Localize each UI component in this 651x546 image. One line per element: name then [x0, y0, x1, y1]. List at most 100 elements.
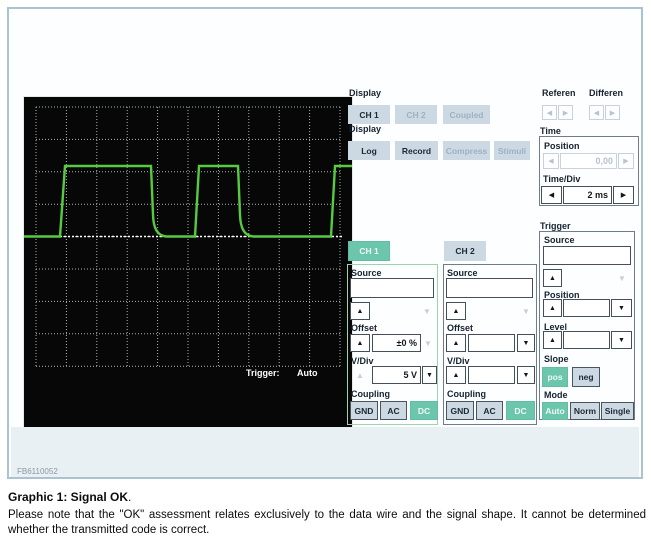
panel-footer: FB6110052 [11, 427, 639, 477]
ch2-vdiv-up-button[interactable]: ▲ [446, 366, 466, 384]
ch1-source-down-button[interactable]: ▼ [419, 302, 435, 320]
oscilloscope-display: Trigger: Auto [23, 96, 353, 435]
time-group-label: Time [540, 126, 561, 136]
ch1-offset-down-button[interactable]: ▼ [421, 334, 435, 352]
slope-neg-button[interactable]: neg [572, 367, 600, 387]
ch1-coupling-ac-button[interactable]: AC [380, 401, 407, 420]
ch1-vdiv-label: V/Div [351, 356, 374, 366]
trigger-source-up-button[interactable]: ▲ [543, 269, 562, 287]
figure-id: FB6110052 [17, 467, 58, 476]
up-arrow-icon: ▲ [452, 371, 460, 379]
time-position-value[interactable]: 0,00 [560, 153, 617, 169]
time-position-decrement-button[interactable]: ◀ [543, 153, 559, 169]
trigger-position-value[interactable] [563, 299, 610, 317]
down-arrow-icon: ▼ [618, 304, 625, 312]
compress-button[interactable]: Compress [443, 141, 490, 160]
ch2-offset-label: Offset [447, 323, 474, 333]
trigger-status-value: Auto [297, 368, 318, 378]
trigger-group-label: Trigger [540, 221, 571, 231]
mode-single-button[interactable]: Single [601, 402, 634, 420]
trigger-slope-label: Slope [544, 354, 569, 364]
caption: Graphic 1: Signal OK. Please note that t… [8, 488, 646, 538]
trigger-position-up-button[interactable]: ▲ [543, 299, 562, 317]
down-arrow-icon: ▼ [618, 336, 625, 344]
trigger-mode-label: Mode [544, 390, 568, 400]
waveform-canvas [24, 106, 352, 367]
time-position-increment-button[interactable]: ▶ [618, 153, 634, 169]
caption-title-line: Graphic 1: Signal OK. [8, 488, 646, 506]
log-button[interactable]: Log [348, 141, 390, 160]
down-arrow-icon: ▼ [426, 371, 433, 379]
ch2-offset-down-button[interactable]: ▼ [517, 334, 535, 352]
ch2-offset-up-button[interactable]: ▲ [446, 334, 466, 352]
ch2-vdiv-value[interactable] [468, 366, 515, 384]
up-arrow-icon: ▲ [549, 304, 556, 312]
ch2-vdiv-label: V/Div [447, 356, 470, 366]
ch1-tab[interactable]: CH 1 [348, 241, 390, 261]
down-arrow-icon: ▼ [522, 306, 530, 316]
referen-prev-button[interactable]: ◀ [542, 105, 557, 120]
ch1-coupling-gnd-button[interactable]: GND [350, 401, 378, 420]
up-arrow-icon: ▲ [452, 339, 460, 347]
trigger-level-down-button[interactable]: ▼ [611, 331, 632, 349]
up-arrow-icon: ▲ [356, 370, 364, 380]
down-arrow-icon: ▼ [522, 371, 530, 379]
trigger-level-value[interactable] [563, 331, 610, 349]
ch1-offset-label: Offset [351, 323, 378, 333]
mode-auto-button[interactable]: Auto [542, 402, 568, 420]
ch1-source-up-button[interactable]: ▲ [350, 302, 370, 320]
stimuli-button[interactable]: Stimuli [494, 141, 530, 160]
differen-next-button[interactable]: ▶ [605, 105, 620, 120]
ch2-source-down-button[interactable]: ▼ [518, 302, 534, 320]
ch2-source-up-button[interactable]: ▲ [446, 302, 466, 320]
record-button[interactable]: Record [395, 141, 438, 160]
up-arrow-icon: ▲ [549, 336, 556, 344]
ch2-tab[interactable]: CH 2 [444, 241, 486, 261]
ch1-vdiv-down-button[interactable]: ▼ [422, 366, 437, 384]
right-arrow-icon: ▶ [623, 158, 629, 165]
display-ch1-button[interactable]: CH 1 [348, 105, 390, 124]
down-arrow-icon: ▼ [618, 273, 626, 283]
ch2-vdiv-down-button[interactable]: ▼ [517, 366, 535, 384]
timediv-value[interactable]: 2 ms [563, 186, 612, 204]
referen-label: Referen [542, 88, 576, 98]
ch1-coupling-dc-button[interactable]: DC [410, 401, 438, 420]
right-arrow-icon: ▶ [609, 109, 616, 117]
ch1-offset-up-button[interactable]: ▲ [350, 334, 370, 352]
slope-pos-button[interactable]: pos [542, 367, 568, 387]
up-arrow-icon: ▲ [356, 307, 364, 315]
left-arrow-icon: ◀ [548, 192, 555, 199]
mode-norm-button[interactable]: Norm [570, 402, 600, 420]
display-mode-label: Display [349, 124, 382, 134]
timediv-increment-button[interactable]: ▶ [613, 186, 634, 204]
ch2-source-input[interactable] [446, 278, 533, 298]
ch2-coupling-dc-button[interactable]: DC [506, 401, 535, 420]
caption-title-period: . [128, 490, 132, 504]
ch2-offset-value[interactable] [468, 334, 515, 352]
differen-prev-button[interactable]: ◀ [589, 105, 604, 120]
trigger-status-label: Trigger: [246, 368, 280, 378]
display-ch2-button[interactable]: CH 2 [395, 105, 437, 124]
ch1-source-input[interactable] [350, 278, 434, 298]
trigger-level-up-button[interactable]: ▲ [543, 331, 562, 349]
timediv-decrement-button[interactable]: ◀ [541, 186, 562, 204]
trigger-source-input[interactable] [543, 246, 631, 265]
referen-next-button[interactable]: ▶ [558, 105, 573, 120]
trigger-source-down-button[interactable]: ▼ [613, 269, 631, 287]
ch1-vdiv-value[interactable]: 5 V [372, 366, 421, 384]
trigger-position-down-button[interactable]: ▼ [611, 299, 632, 317]
ch2-coupling-gnd-button[interactable]: GND [446, 401, 474, 420]
ch1-offset-value[interactable]: ±0 % [372, 334, 421, 352]
right-arrow-icon: ▶ [620, 192, 627, 199]
ch1-coupling-label: Coupling [351, 389, 390, 399]
diagnostic-panel: Trigger: Auto Display CH 1 CH 2 Coupled … [7, 7, 643, 479]
time-position-label: Position [544, 141, 580, 151]
display-channel-label: Display [349, 88, 382, 98]
display-coupled-button[interactable]: Coupled [443, 105, 490, 124]
ch1-vdiv-up-button[interactable]: ▲ [350, 366, 370, 384]
left-arrow-icon: ◀ [593, 109, 600, 117]
trigger-source-label: Source [544, 235, 575, 245]
ch2-coupling-ac-button[interactable]: AC [476, 401, 503, 420]
left-arrow-icon: ◀ [546, 109, 553, 117]
up-arrow-icon: ▲ [549, 274, 556, 282]
